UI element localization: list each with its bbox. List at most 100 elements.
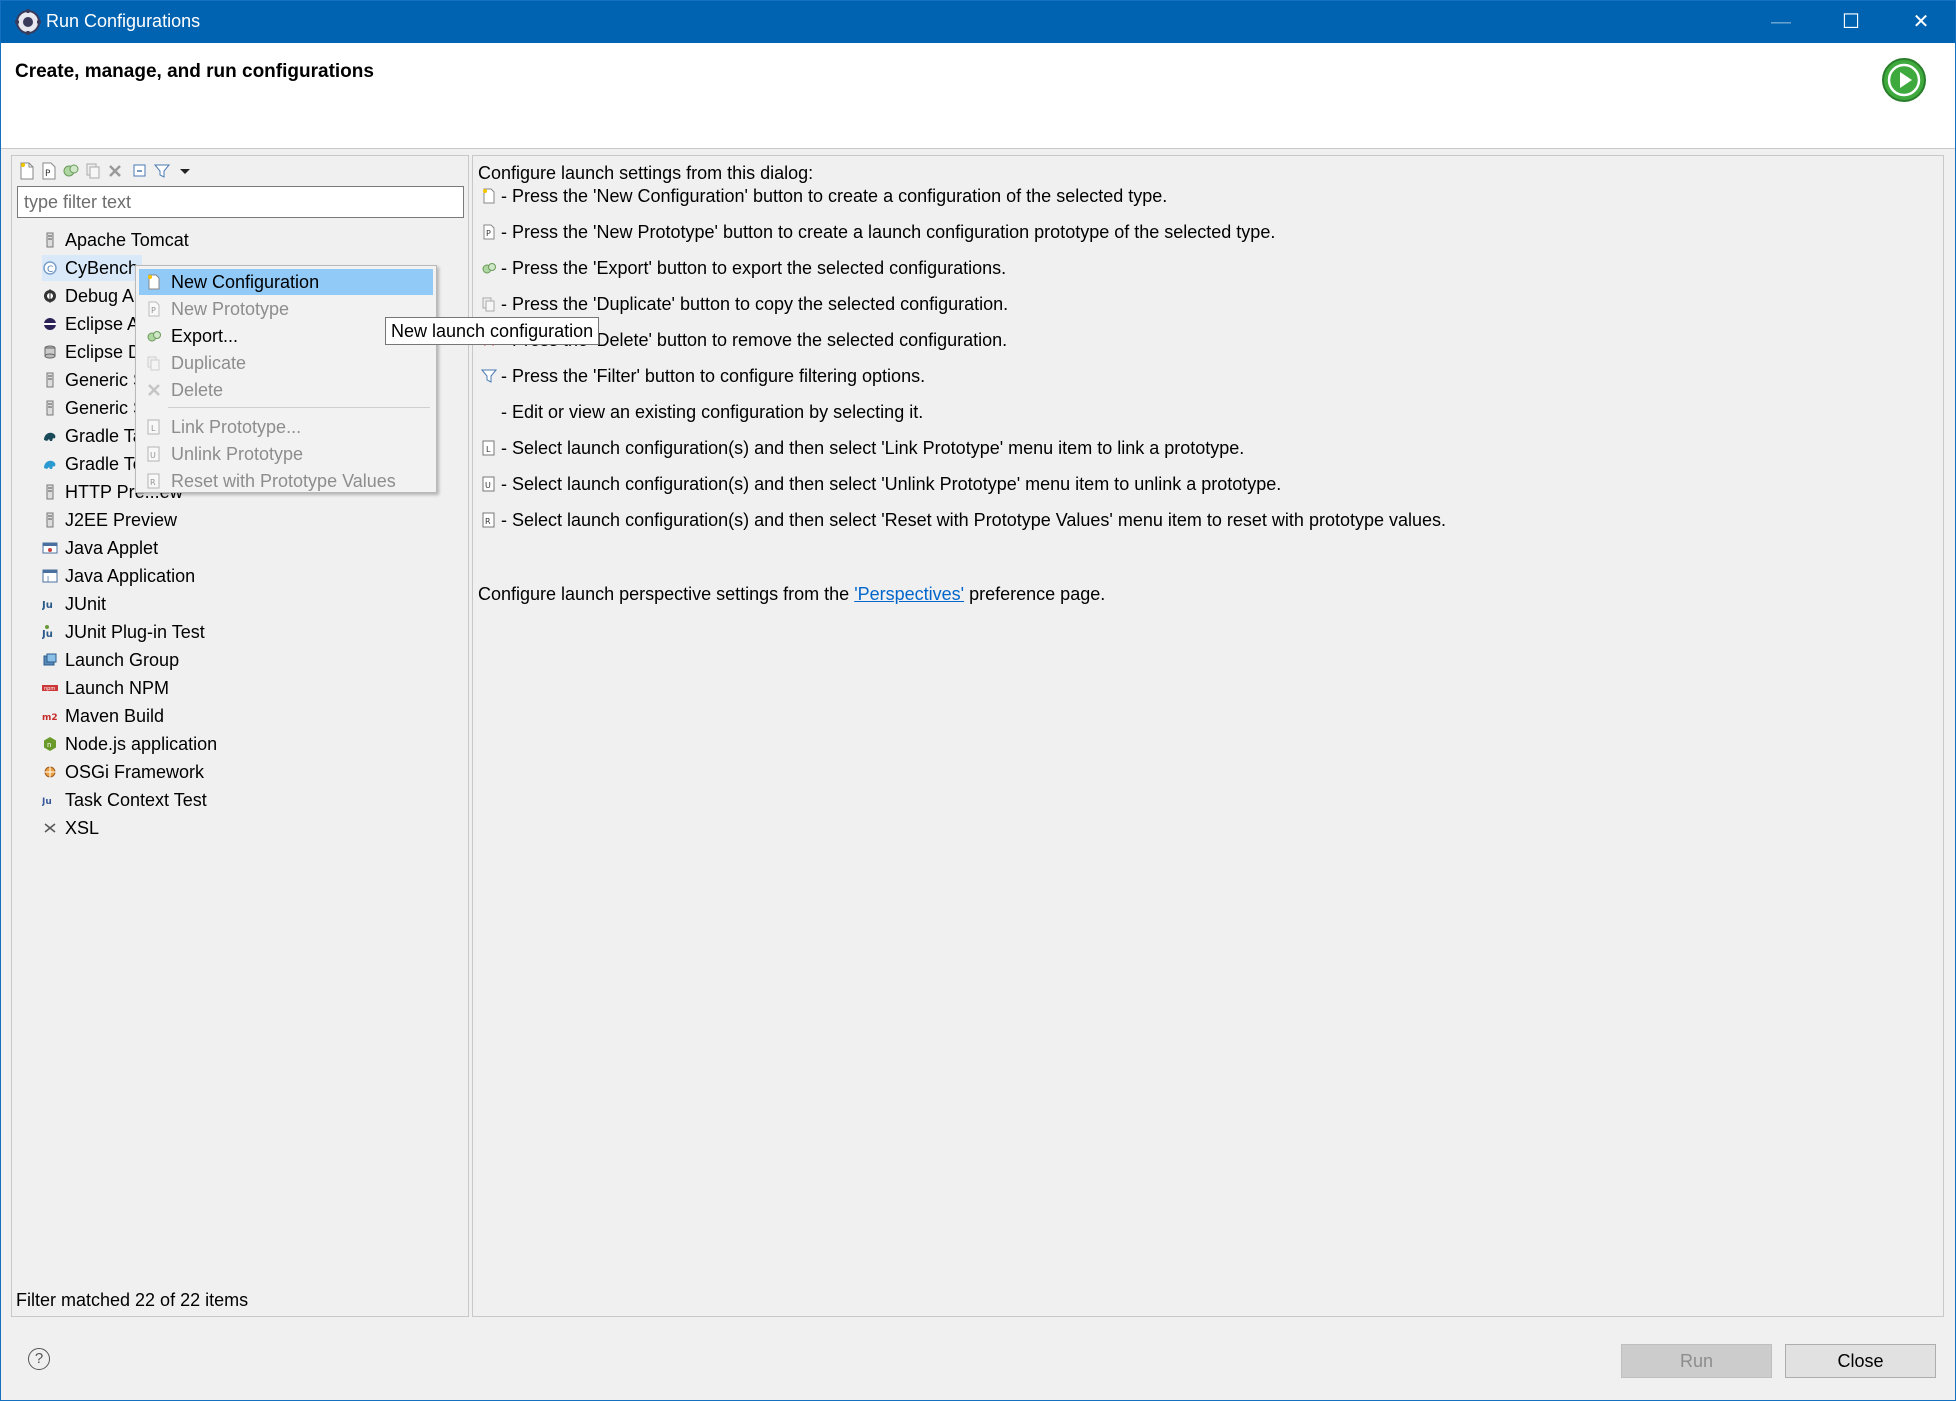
tree-item[interactable]: npm Launch NPM	[42, 675, 169, 701]
tree-item[interactable]: J2EE Preview	[42, 507, 177, 533]
server-icon	[42, 400, 58, 416]
run-button[interactable]: Run	[1621, 1344, 1772, 1378]
tree-item[interactable]: Ju JUnit Plug-in Test	[41, 619, 205, 645]
minimize-button[interactable]: —	[1746, 1, 1816, 43]
menu-item-delete[interactable]: Delete	[139, 377, 433, 403]
export-icon[interactable]	[62, 161, 80, 181]
tree-item[interactable]: Apache Tomcat	[42, 227, 189, 253]
tree-item-label: JUnit Plug-in Test	[65, 621, 205, 642]
tree-item[interactable]: Eclipse D	[42, 339, 141, 365]
tree-item-label: Node.js application	[65, 733, 218, 754]
new-config-icon[interactable]	[18, 161, 36, 181]
filter-status: Filter matched 22 of 22 items	[16, 1290, 249, 1310]
tree-item[interactable]: Eclipse A	[42, 311, 139, 337]
help-line-text: - Press the 'New Configuration' button t…	[501, 185, 1168, 206]
help-line-text: - Press the 'Export' button to export th…	[501, 257, 1007, 278]
menu-item-link-prototype[interactable]: L Link Prototype...	[139, 414, 433, 440]
new-prototype-icon: P	[146, 301, 162, 317]
new-config-icon	[146, 274, 162, 290]
tree-item-label: Launch NPM	[65, 677, 170, 698]
reset-prototype-icon: R	[481, 512, 497, 528]
close-button[interactable]: Close	[1785, 1344, 1936, 1378]
menu-item-label: Link Prototype...	[171, 417, 302, 437]
run-banner-icon	[1882, 58, 1926, 102]
reset-prototype-icon: R	[146, 473, 162, 489]
help-line: U - Select launch configuration(s) and th…	[481, 471, 1281, 497]
filter-input[interactable]	[17, 186, 464, 218]
help-line-text: - Press the 'Filter' button to configure…	[501, 365, 926, 386]
osgi-icon	[42, 764, 58, 780]
menu-item-unlink-prototype[interactable]: U Unlink Prototype	[139, 441, 433, 467]
view-menu-chevron-icon[interactable]	[176, 161, 194, 181]
help-line: - Edit or view an existing configuration…	[481, 399, 923, 425]
tree-item[interactable]: Generic S	[42, 367, 145, 393]
tree-item[interactable]: J Java Application	[42, 563, 195, 589]
delete-icon[interactable]	[106, 161, 124, 181]
title-bar: Run Configurations — ☐ ✕	[1, 1, 1955, 43]
svg-text:npm: npm	[44, 686, 55, 692]
menu-item-duplicate[interactable]: Duplicate	[139, 350, 433, 376]
gradle-test-icon	[42, 456, 58, 472]
help-line-text: - Press the 'Duplicate' button to copy t…	[501, 293, 1009, 314]
tree-item-label: Gradle Ta	[65, 425, 143, 446]
menu-separator	[168, 407, 430, 408]
perspectives-link[interactable]: 'Perspectives'	[854, 584, 964, 604]
tree-item[interactable]: OSGi Framework	[42, 759, 204, 785]
new-prototype-icon[interactable]: P	[40, 161, 58, 181]
tree-item[interactable]: Java Applet	[42, 535, 158, 561]
npm-icon: npm	[42, 680, 58, 696]
perspectives-prefix: Configure launch perspective settings fr…	[478, 584, 855, 604]
collapse-all-icon[interactable]	[131, 161, 149, 181]
filter-icon[interactable]	[153, 161, 171, 181]
help-icon[interactable]: ?	[28, 1348, 50, 1370]
database-icon	[42, 344, 58, 360]
tree-item[interactable]: n Node.js application	[42, 731, 217, 757]
link-prototype-icon: L	[481, 440, 497, 456]
new-prototype-icon: P	[481, 224, 497, 240]
menu-item-label: Delete	[171, 380, 224, 400]
svg-text:U: U	[150, 451, 156, 460]
tree-item[interactable]: m2 Maven Build	[42, 703, 164, 729]
help-line-text: - Select launch configuration(s) and the…	[501, 509, 1447, 530]
server-icon	[42, 484, 58, 500]
delete-icon	[146, 382, 162, 398]
unlink-prototype-icon: U	[481, 476, 497, 492]
help-line-text: - Select launch configuration(s) and the…	[501, 473, 1282, 494]
tree-item-label: Gradle Te	[65, 453, 143, 474]
tooltip: New launch configuration	[385, 317, 600, 345]
menu-item-label: Duplicate	[171, 353, 247, 373]
tree-item[interactable]: Generic S	[42, 395, 145, 421]
maximize-button[interactable]: ☐	[1816, 1, 1886, 43]
tree-item-label: J2EE Preview	[65, 509, 178, 530]
duplicate-icon	[146, 355, 162, 371]
tree-item-label: Eclipse D	[65, 341, 142, 362]
tree-item[interactable]: Launch Group	[42, 647, 179, 673]
junit-icon: Ju	[41, 596, 58, 612]
menu-item-reset-with-prototype-values[interactable]: R Reset with Prototype Values	[139, 468, 433, 494]
export-icon	[481, 260, 497, 276]
launch-group-icon	[42, 652, 58, 668]
tree-item[interactable]: Debug A	[42, 283, 134, 309]
help-line: R - Select launch configuration(s) and th…	[481, 507, 1446, 533]
export-icon	[146, 328, 162, 344]
menu-item-label: New Configuration	[171, 272, 320, 292]
tree-item[interactable]: Ju JUnit	[41, 591, 106, 617]
tree-item[interactable]: Ju Task Context Test	[41, 787, 207, 813]
help-line: P - Press the 'New Prototype' button to c…	[481, 219, 1275, 245]
close-window-button[interactable]: ✕	[1886, 1, 1956, 43]
duplicate-icon[interactable]	[84, 161, 102, 181]
dialog-banner: Create, manage, and run configurations	[1, 43, 1955, 149]
tree-item[interactable]: XSL	[42, 815, 99, 841]
task-test-icon: Ju	[41, 792, 58, 808]
tree-item-label: Java Applet	[65, 537, 159, 558]
debug-icon	[42, 288, 58, 304]
tree-item[interactable]: C CyBench	[42, 255, 143, 281]
tree-item[interactable]: Gradle Te	[42, 451, 143, 477]
menu-item-label: Unlink Prototype	[171, 444, 304, 464]
svg-text:J: J	[46, 575, 49, 583]
menu-item-new-configuration[interactable]: New Configuration	[139, 269, 433, 295]
nodejs-icon: n	[42, 736, 58, 752]
server-icon	[42, 372, 58, 388]
applet-icon	[42, 540, 58, 556]
tree-item[interactable]: Gradle Ta	[42, 423, 143, 449]
